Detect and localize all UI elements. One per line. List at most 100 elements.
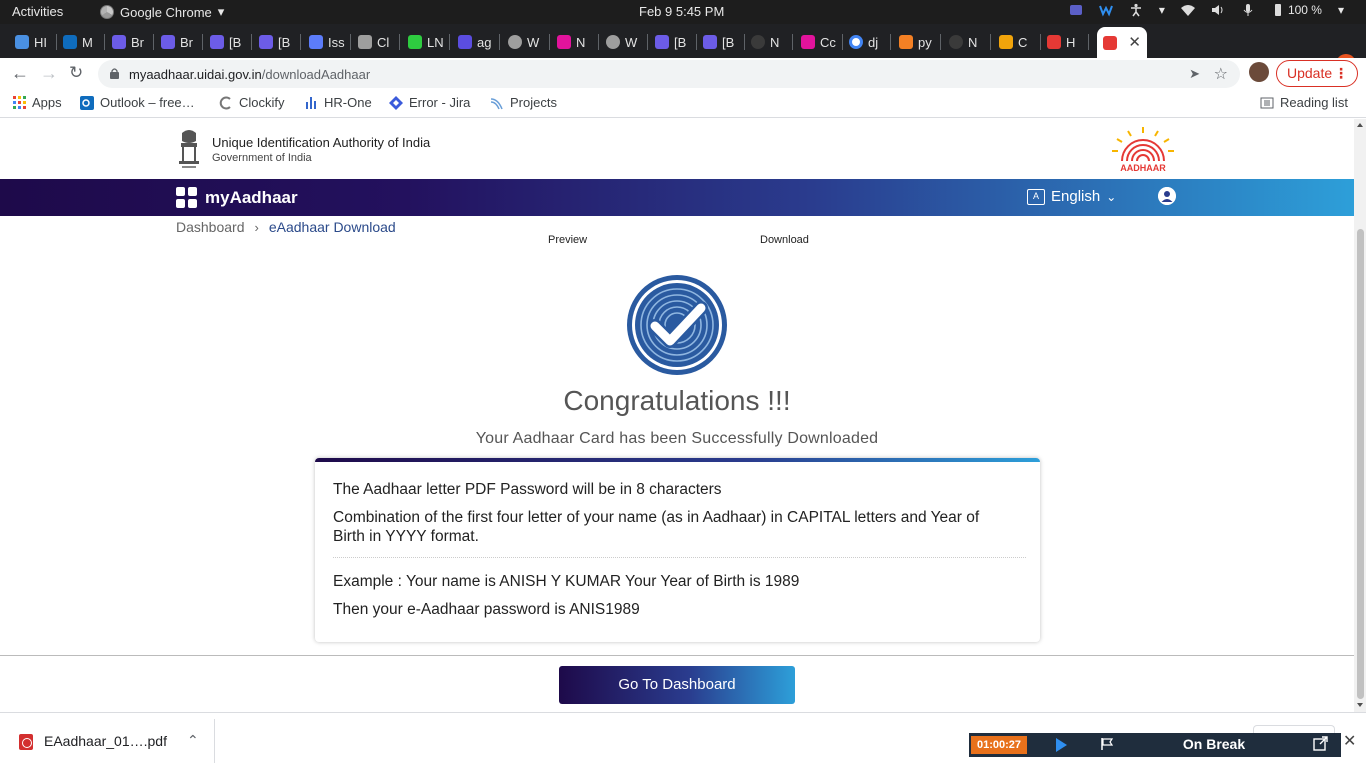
browser-tab[interactable]: Br — [106, 29, 154, 55]
browser-tab[interactable]: py — [893, 29, 941, 55]
tab-active[interactable]: ✕ — [1097, 27, 1147, 58]
more-menu-icon[interactable]: ⋮ — [1334, 61, 1348, 86]
national-emblem-icon — [179, 130, 199, 168]
scrollbar-thumb[interactable] — [1357, 229, 1364, 699]
browser-tab[interactable]: [B — [253, 29, 301, 55]
xd-icon — [557, 35, 571, 49]
profile-avatar[interactable] — [1249, 62, 1269, 82]
update-button[interactable]: Update ⋮ — [1276, 60, 1358, 87]
scroll-down-icon[interactable] — [1357, 703, 1363, 707]
clock[interactable]: Feb 9 5:45 PM — [639, 4, 724, 19]
system-tray[interactable]: ▾ 100 % ▾ — [1069, 3, 1344, 17]
reading-list-button[interactable]: Reading list — [1260, 95, 1348, 110]
bookmarks-bar: Apps Outlook – free… Clockify HR-One Err… — [0, 90, 1366, 118]
browser-tab[interactable]: N — [551, 29, 599, 55]
tab-separator — [153, 34, 154, 50]
browser-tab[interactable]: Iss — [303, 29, 351, 55]
chevron-down-icon[interactable]: ▾ — [1159, 3, 1165, 17]
bookmark-star-icon[interactable]: ☆ — [1214, 64, 1228, 84]
battery-icon[interactable] — [1271, 3, 1285, 17]
page-title: Congratulations !!! — [563, 385, 791, 416]
browser-tab[interactable]: N — [745, 29, 793, 55]
browser-tab[interactable]: W — [600, 29, 648, 55]
browser-tab[interactable]: Br — [155, 29, 203, 55]
browser-tab[interactable]: W — [502, 29, 550, 55]
tab-separator — [598, 34, 599, 50]
browser-tab[interactable]: ag — [452, 29, 500, 55]
browser-tab[interactable]: [B — [204, 29, 252, 55]
bookmark-error-jira[interactable]: Error - Jira — [389, 95, 470, 110]
wrike-icon[interactable] — [1098, 3, 1113, 17]
browser-tab[interactable]: C — [993, 29, 1041, 55]
step-download: Download — [760, 234, 809, 246]
tab-title: LN — [427, 34, 444, 50]
hr-icon — [15, 35, 29, 49]
browser-tab[interactable]: HI — [9, 29, 57, 55]
pdf-file-icon — [19, 734, 33, 750]
teams-icon[interactable] — [1069, 3, 1083, 17]
example-password-text: Then your e-Aadhaar password is ANIS1989 — [333, 601, 640, 618]
browser-tab[interactable]: [B — [649, 29, 697, 55]
forward-button[interactable]: → — [40, 63, 58, 84]
back-button[interactable]: ← — [11, 63, 29, 84]
chevron-down-icon[interactable]: ▾ — [1338, 3, 1344, 17]
user-account-icon[interactable] — [1158, 187, 1176, 205]
lock-icon[interactable] — [110, 68, 119, 79]
browser-tab[interactable]: M — [57, 29, 105, 55]
page-scrollbar[interactable] — [1354, 119, 1366, 712]
browser-tab[interactable]: N — [943, 29, 991, 55]
browser-tab[interactable]: LN — [402, 29, 450, 55]
tab-separator — [647, 34, 648, 50]
reload-button[interactable]: ↻ — [69, 63, 83, 83]
app-menu[interactable]: Google Chrome ▾ — [100, 4, 224, 20]
menu-grid-icon[interactable] — [176, 187, 197, 208]
browser-tab[interactable]: dj — [843, 29, 891, 55]
volume-icon[interactable] — [1211, 3, 1225, 17]
reading-list-icon — [1260, 97, 1274, 108]
browser-tab[interactable]: Cc — [795, 29, 843, 55]
divider — [333, 557, 1026, 558]
bookmark-projects[interactable]: Projects — [490, 95, 557, 110]
globe-icon — [508, 35, 522, 49]
url-text[interactable]: myaadhaar.uidai.gov.in/downloadAadhaar — [129, 67, 370, 82]
chevron-up-icon[interactable]: ⌃ — [187, 732, 199, 749]
password-format-text: Combination of the first four letter of … — [333, 509, 980, 545]
tab-separator — [399, 34, 400, 50]
divider — [214, 719, 215, 763]
bookmark-clockify[interactable]: Clockify — [219, 95, 285, 110]
tab-title: Br — [131, 34, 144, 50]
microphone-icon[interactable] — [1241, 3, 1255, 17]
jira-icon — [389, 95, 403, 110]
bookmark-apps[interactable]: Apps — [13, 95, 62, 110]
tab-title: M — [82, 34, 93, 50]
language-selector[interactable]: A English ⌄ — [1027, 188, 1116, 205]
brand-title[interactable]: myAadhaar — [205, 188, 298, 208]
tab-title: W — [625, 34, 638, 50]
breadcrumb-dashboard[interactable]: Dashboard — [176, 219, 245, 235]
bookmark-outlook[interactable]: Outlook – free… — [80, 95, 195, 110]
tab-separator — [990, 34, 991, 50]
tab-title: dj — [868, 34, 879, 50]
scroll-up-icon[interactable] — [1357, 123, 1363, 127]
language-label: English — [1051, 188, 1101, 205]
aadhaar-icon — [1047, 35, 1061, 49]
bookmark-hr-one[interactable]: HR-One — [304, 95, 372, 110]
tab-title: N — [770, 34, 780, 50]
go-to-dashboard-button[interactable]: Go To Dashboard — [559, 666, 795, 704]
close-shelf-icon[interactable]: ✕ — [1343, 731, 1356, 751]
send-tab-icon[interactable]: ➤ — [1189, 66, 1200, 82]
aadhaar-logo[interactable]: AADHAAR — [1108, 125, 1178, 173]
browser-tab[interactable]: Cl — [352, 29, 400, 55]
app-name: Google Chrome — [120, 4, 212, 20]
external-link-icon[interactable] — [1313, 736, 1328, 751]
ag-icon — [458, 35, 472, 49]
accessibility-icon[interactable] — [1129, 3, 1143, 17]
tab-separator — [499, 34, 500, 50]
download-file-name[interactable]: EAadhaar_01….pdf — [44, 733, 167, 749]
activities-button[interactable]: Activities — [12, 4, 63, 19]
address-bar[interactable]: myaadhaar.uidai.gov.in/downloadAadhaar ➤… — [98, 60, 1240, 88]
close-tab-icon[interactable]: ✕ — [1128, 33, 1141, 51]
wifi-icon[interactable] — [1180, 3, 1195, 17]
browser-tab[interactable]: H — [1041, 29, 1089, 55]
browser-tab[interactable]: [B — [697, 29, 745, 55]
